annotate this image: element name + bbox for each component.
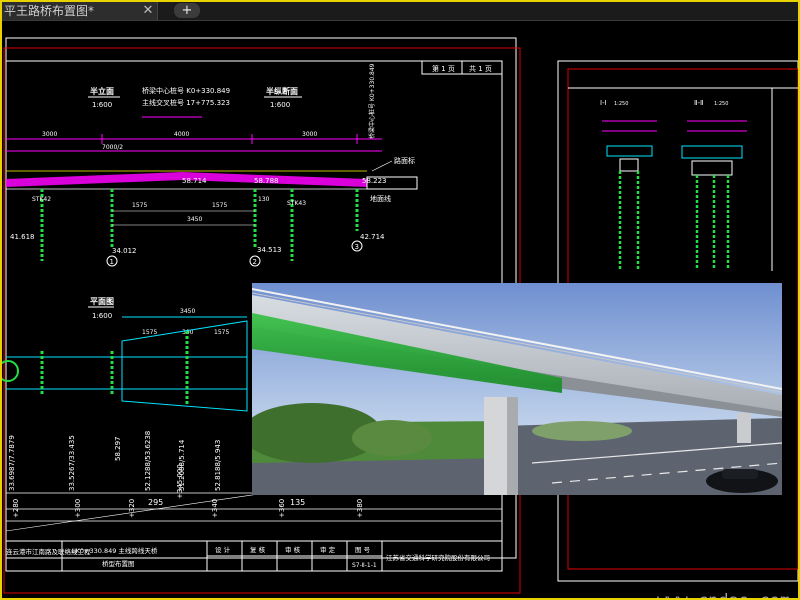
title-drawing-name-2: 桥型布置图 (102, 559, 135, 568)
title-drawing-name-1: LK0+330.849 主线跨线天桥 (72, 546, 158, 555)
drawing-canvas[interactable]: 第 1 页 共 1 页 半立面 1:600 桥梁中心桩号 K0+330.849 … (2, 21, 798, 598)
bottom-elevation-2: 34.513 (257, 246, 282, 254)
left-elevation: 41.618 (10, 233, 35, 241)
render-trees-mid (352, 420, 432, 456)
render-trees-far (532, 421, 632, 441)
deck-elevation-3: 58.223 (362, 177, 387, 185)
render-pier-shade (507, 397, 518, 495)
pier-number-3: 3 (355, 243, 359, 251)
elevation-title: 半立面 (90, 86, 114, 96)
bottom-dim-2: 135 (290, 498, 305, 507)
pier-dim-4: 3450 (187, 216, 202, 223)
bottom-station-1: +280 (12, 499, 20, 518)
section-b-deck (681, 145, 743, 159)
bottom-station-7: +380 (356, 499, 364, 518)
watermark: www.cndao.com (657, 591, 790, 598)
title-drawing-no-label: 图 号 (355, 546, 371, 554)
pier-dim-1: 1575 (132, 202, 147, 209)
document-tab[interactable]: 平王路桥布置图* (2, 2, 158, 20)
bottom-station-4: +345.000 (176, 464, 184, 499)
center-station-label: 桥梁中心桩号 K0+330.849 (142, 86, 230, 95)
deck-elevation-1: 58.714 (182, 177, 207, 185)
bottom-station-5: +340 (211, 499, 219, 518)
bottom-station-6: +360 (278, 499, 286, 518)
table-value-4: 52.1288/53.6238 (144, 431, 152, 491)
section-a-cap (619, 158, 639, 172)
close-icon[interactable]: ✕ (140, 2, 156, 20)
bridge-render-image (252, 283, 782, 495)
abutment-leader (371, 160, 393, 172)
table-value-3: 58.297 (114, 437, 122, 462)
pier-number-2: 2 (253, 258, 257, 266)
title-drawing-no: S7-Ⅱ-1-1 (352, 562, 377, 569)
pier-dim-2: 1575 (212, 202, 227, 209)
plan-title: 平面图 (90, 297, 114, 306)
pier-station-2: STK43 (287, 200, 306, 207)
pier-station-1: STK42 (32, 196, 51, 203)
section-a-scale: 1:250 (614, 101, 628, 107)
bottom-station-2: +300 (74, 499, 82, 518)
sheet-label-total: 共 1 页 (469, 64, 492, 73)
pier-number-1: 1 (110, 258, 114, 266)
title-check: 复 核 (250, 545, 266, 554)
sheet-label-page: 第 1 页 (432, 64, 455, 73)
elevation-scale: 1:600 (92, 101, 112, 109)
section-a-title: Ⅰ-Ⅰ (600, 99, 607, 107)
bottom-dim-1: 295 (148, 498, 163, 507)
section-b-cap (691, 160, 733, 176)
bottom-elevation-3: 42.714 (360, 233, 385, 241)
render-car-roof (722, 469, 758, 479)
top-dim-3: 3000 (302, 131, 317, 138)
plan-dim-4: 1575 (214, 329, 229, 336)
title-approve: 审 定 (320, 545, 336, 554)
tab-bar: 平王路桥布置图* ✕ + (2, 2, 798, 21)
bottom-station-3: +320 (128, 499, 136, 518)
title-review: 审 核 (285, 545, 301, 554)
window-frame: 平王路桥布置图* ✕ + 第 1 页 共 1 页 半立面 1:600 桥梁中心桩… (0, 0, 800, 600)
document-tab-title: 平王路桥布置图* (4, 4, 95, 18)
half-section-scale: 1:600 (270, 101, 290, 109)
table-value-2: 33.5267/33.435 (68, 435, 76, 491)
abutment-label-ground: 地面线 (370, 194, 391, 203)
plan-dim-2: 1575 (142, 329, 157, 336)
section-a-deck (606, 145, 653, 157)
abutment-label-road: 路面标 (394, 156, 415, 165)
span-dim: 7000/2 (102, 144, 123, 151)
render-pier-far (737, 413, 751, 443)
section-b-title: Ⅱ-Ⅱ (694, 99, 703, 107)
title-design: 设 计 (215, 545, 231, 554)
plan-dim-1: 3450 (180, 308, 195, 315)
top-dim-1: 3000 (42, 131, 57, 138)
half-section-title: 半纵断面 (266, 86, 298, 96)
pier-dim-3: 130 (258, 196, 270, 203)
table-value-6: 52.8188/5.943 (214, 440, 222, 491)
table-value-1: 33.6987/7.7879 (8, 435, 16, 491)
title-company: 江苏省交通科学研究院股份有限公司 (386, 553, 490, 562)
bottom-elevation-1: 34.012 (112, 247, 137, 255)
deck-elevation-2: 58.788 (254, 177, 279, 185)
plan-scale: 1:600 (92, 312, 112, 320)
plus-icon[interactable]: + (174, 3, 200, 18)
section-b-scale: 1:250 (714, 101, 728, 107)
top-dim-2: 4000 (174, 131, 189, 138)
crossing-station-label: 主线交叉桩号 17+775.323 (142, 98, 230, 107)
vertical-station-label: 桥梁中心桩号 K0+330.849 (368, 63, 376, 139)
